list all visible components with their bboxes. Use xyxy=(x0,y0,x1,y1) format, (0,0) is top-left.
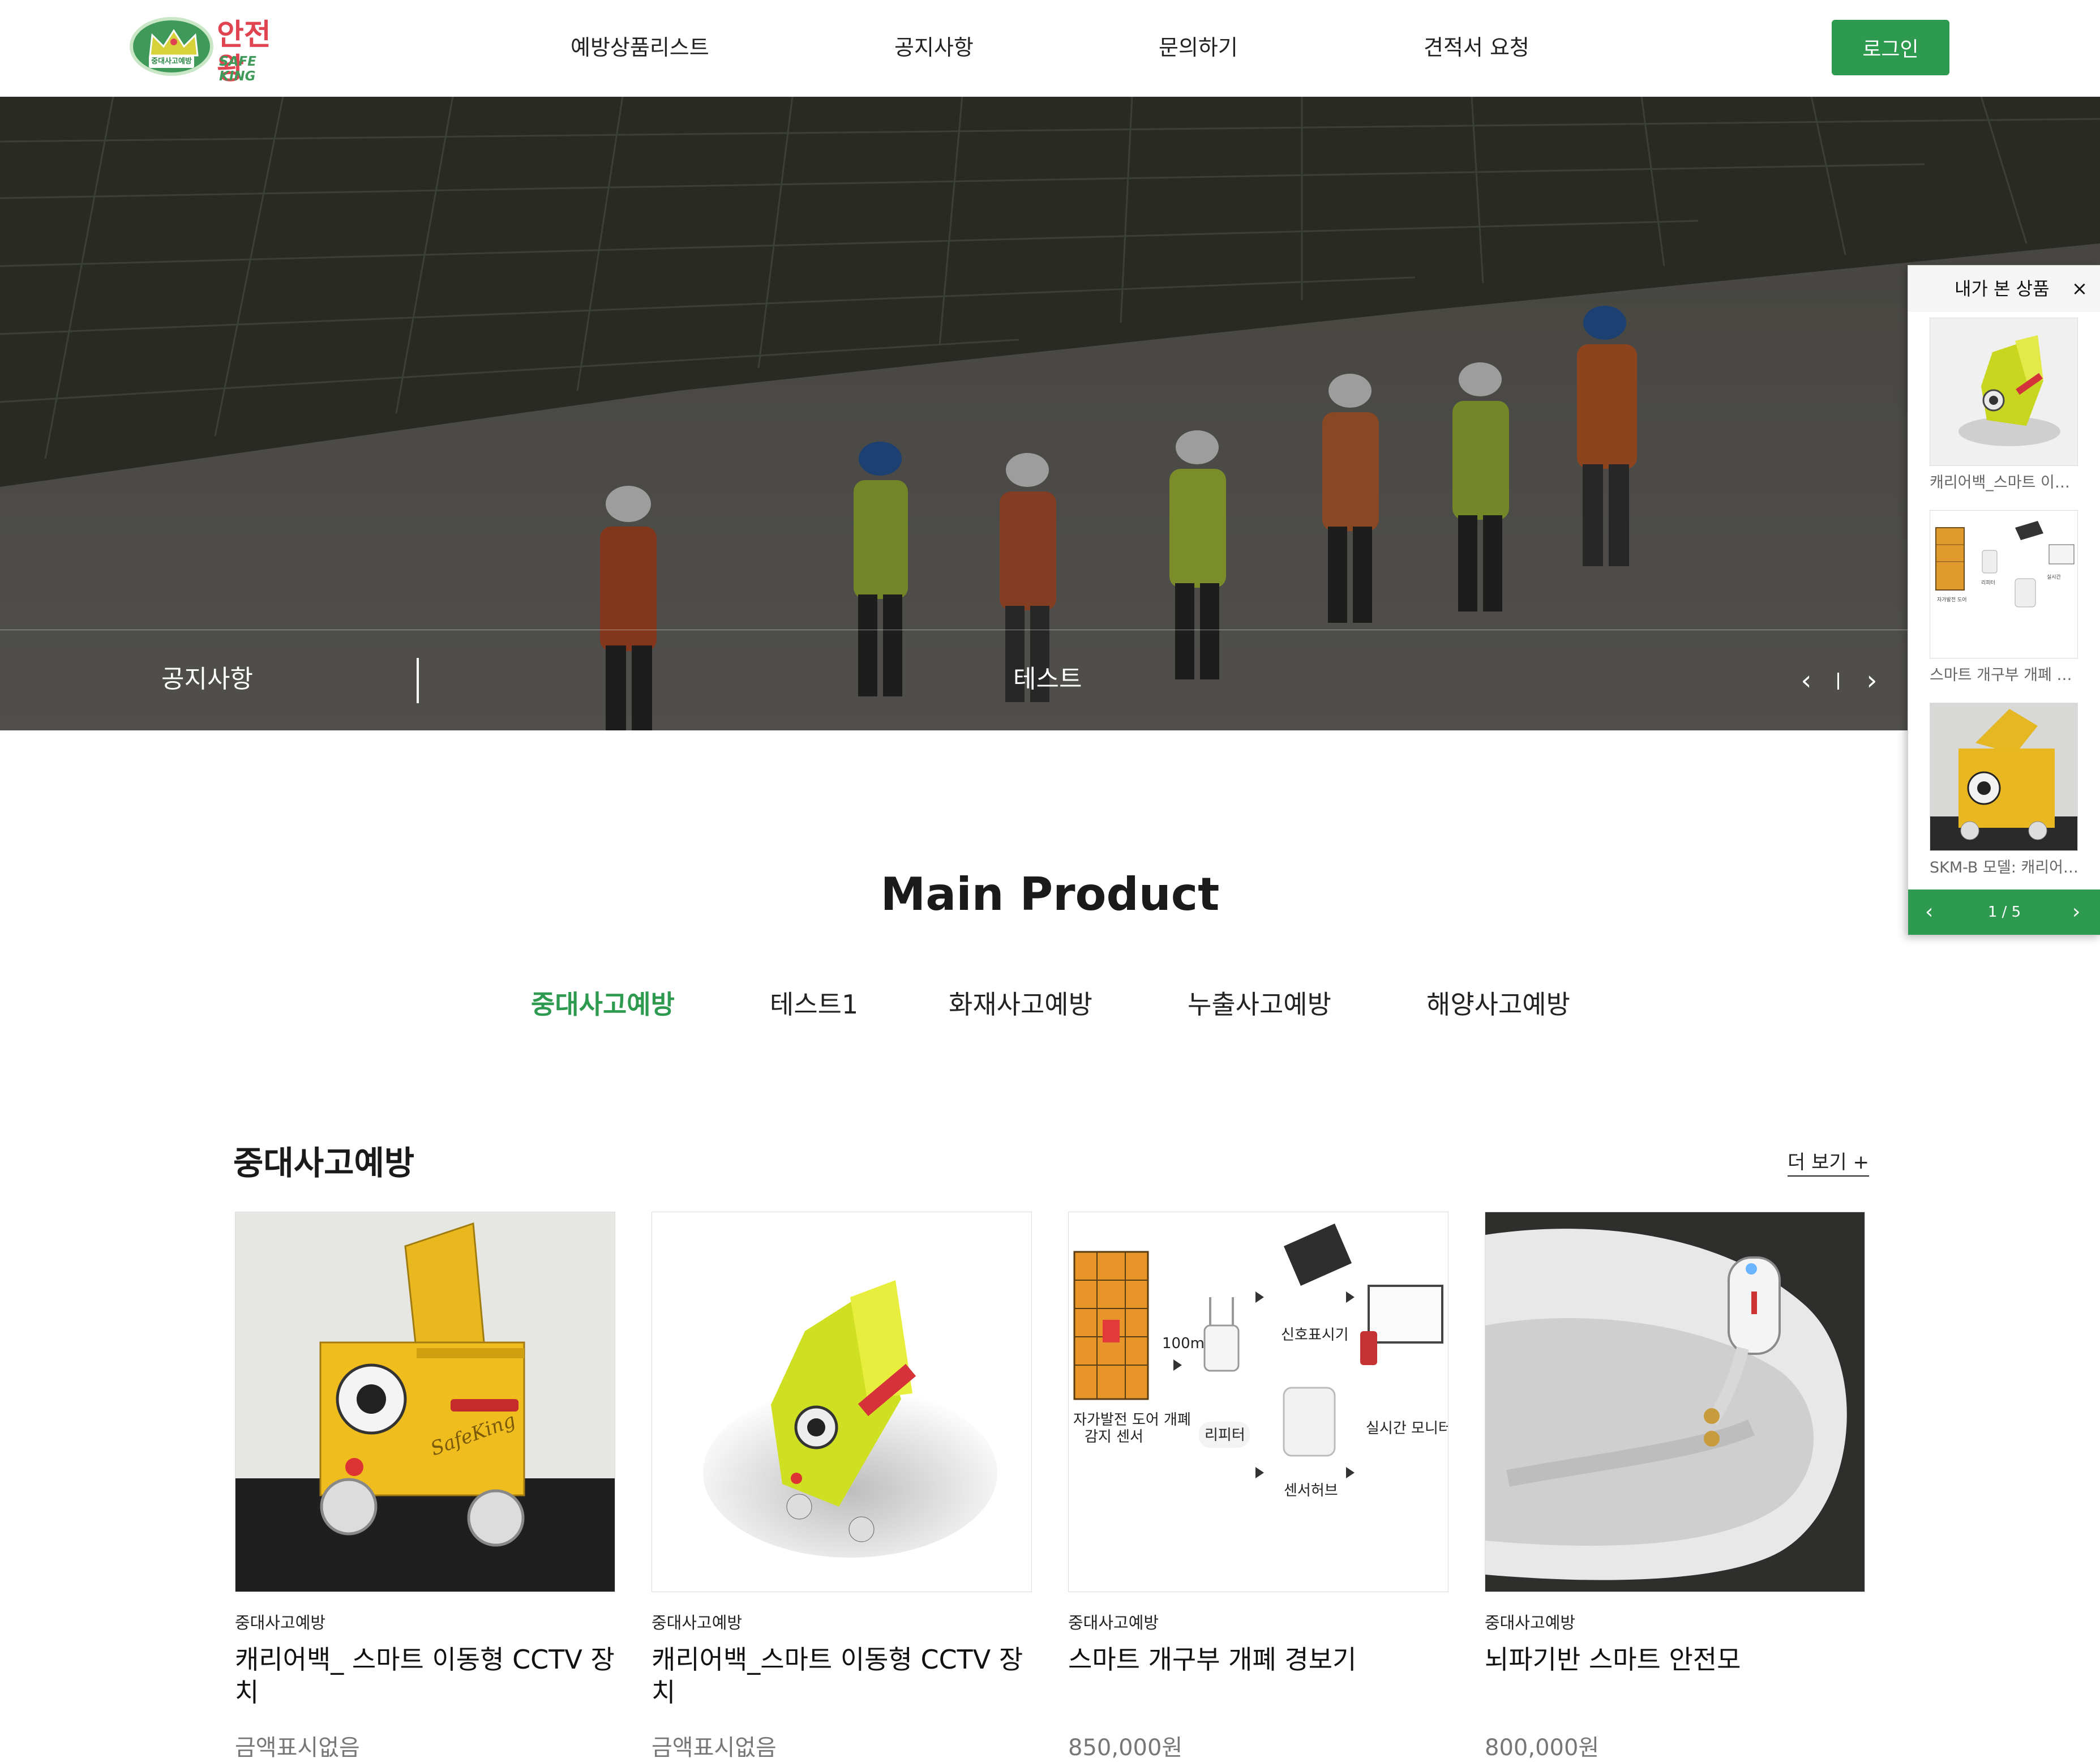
recent-item[interactable]: 자가발전 도어 리피터 실시간 스마트 개구부 개폐 경보기 xyxy=(1908,504,2100,698)
notice-label: 공지사항 xyxy=(161,665,253,694)
product-price: 800,000원 xyxy=(1485,1735,1600,1761)
product-card[interactable]: SafeKing 중대사고예방 캐리어백_ 스마트 이동형 CCTV 장치 금액… xyxy=(235,1212,615,1762)
nav-quote-request[interactable]: 견적서 요청 xyxy=(1424,32,1529,63)
recent-item-image xyxy=(1930,703,2078,851)
chevron-left-icon[interactable]: ‹ xyxy=(1925,889,1933,935)
product-name[interactable]: 캐리어백_스마트 이동형 CCTV 장치 xyxy=(652,1643,1032,1709)
diagram-label: 센서허브 xyxy=(1284,1482,1338,1499)
hero-banner: 공지사항 테스트 ‹ › xyxy=(0,96,2100,730)
product-category: 중대사고예방 xyxy=(1485,1613,1576,1632)
site-header: 중대사고예방 안전왕 SAFE KING 예방상품리스트 공지사항 문의하기 견… xyxy=(0,0,2100,97)
product-card[interactable]: 중대사고예방 캐리어백_스마트 이동형 CCTV 장치 금액표시없음 xyxy=(652,1212,1032,1762)
tab-test1[interactable]: 테스트1 xyxy=(770,986,858,1023)
tab-marine-accident[interactable]: 해양사고예방 xyxy=(1426,986,1570,1023)
product-image: 자가발전 도어 개폐 감지 센서 100m 리피터 신호표시기 센서허브 실시간… xyxy=(1068,1212,1448,1592)
recently-viewed-panel: 내가 본 상품 × 캐리어백_스마트 이동형 CCTV 장치 xyxy=(1908,265,2100,935)
main-product-title: Main Product xyxy=(880,868,1220,921)
product-name[interactable]: 뇌파기반 스마트 안전모 xyxy=(1485,1643,1865,1676)
notice-next-icon[interactable]: › xyxy=(1858,665,1886,696)
nav-inquiry[interactable]: 문의하기 xyxy=(1159,32,1238,63)
recent-item-name: SKM-B 모델: 캐리어백 스마트 이동형 CCTV 장치 xyxy=(1930,859,2079,876)
notice-bar xyxy=(0,630,1908,730)
logo-english: SAFE KING xyxy=(219,54,256,84)
recent-item[interactable]: 캐리어백_스마트 이동형 CCTV 장치 xyxy=(1908,312,2100,505)
tab-fire-accident[interactable]: 화재사고예방 xyxy=(949,986,1092,1023)
notice-divider xyxy=(417,658,419,703)
crown-icon: 중대사고예방 xyxy=(130,17,213,76)
product-name[interactable]: 캐리어백_ 스마트 이동형 CCTV 장치 xyxy=(235,1643,615,1709)
tab-serious-accident[interactable]: 중대사고예방 xyxy=(531,986,675,1023)
diagram-label: 자가발전 도어 개폐 xyxy=(1073,1412,1191,1429)
diagram-label: 100m xyxy=(1162,1335,1205,1352)
notice-item[interactable]: 테스트 xyxy=(1013,662,1082,696)
product-card[interactable]: 중대사고예방 뇌파기반 스마트 안전모 800,000원 xyxy=(1485,1212,1865,1762)
more-link[interactable]: 더 보기 + xyxy=(1788,1149,1869,1177)
product-image: SafeKing xyxy=(235,1212,615,1592)
tab-leak-accident[interactable]: 누출사고예방 xyxy=(1188,986,1331,1023)
recently-viewed-header: 내가 본 상품 × xyxy=(1908,266,2100,313)
recent-item-image xyxy=(1930,318,2078,466)
product-name[interactable]: 스마트 개구부 개폐 경보기 xyxy=(1068,1643,1448,1676)
product-category: 중대사고예방 xyxy=(652,1613,743,1632)
product-image xyxy=(1485,1212,1865,1592)
product-price: 850,000원 xyxy=(1068,1735,1183,1761)
product-price: 금액표시없음 xyxy=(235,1735,360,1761)
product-price: 금액표시없음 xyxy=(652,1735,777,1761)
recently-viewed-pager: ‹ 1 / 5 › xyxy=(1908,889,2100,935)
diagram-label: 신호표시기 xyxy=(1281,1327,1349,1344)
close-icon[interactable]: × xyxy=(2065,266,2094,312)
recent-item[interactable]: SKM-B 모델: 캐리어백 스마트 이동형 CCTV 장치 xyxy=(1908,697,2100,890)
product-category: 중대사고예방 xyxy=(235,1613,326,1632)
recent-item-name: 캐리어백_스마트 이동형 CCTV 장치 xyxy=(1930,474,2079,491)
svg-text:리피터: 리피터 xyxy=(1981,580,1995,586)
diagram-label: 실시간 모니터링 xyxy=(1366,1420,1448,1437)
diagram-label: 리피터 xyxy=(1205,1427,1245,1444)
diagram-label: 감지 센서 xyxy=(1085,1429,1143,1445)
product-category: 중대사고예방 xyxy=(1068,1613,1159,1632)
recent-item-image: 자가발전 도어 리피터 실시간 xyxy=(1930,510,2078,658)
product-card[interactable]: 자가발전 도어 개폐 감지 센서 100m 리피터 신호표시기 센서허브 실시간… xyxy=(1068,1212,1448,1762)
logo[interactable]: 중대사고예방 안전왕 SAFE KING xyxy=(127,15,297,86)
recent-item-name: 스마트 개구부 개폐 경보기 xyxy=(1930,666,2079,684)
nav-product-list[interactable]: 예방상품리스트 xyxy=(571,32,709,63)
notice-separator xyxy=(1837,673,1839,690)
nav-notice[interactable]: 공지사항 xyxy=(894,32,974,63)
category-section-title: 중대사고예방 xyxy=(233,1144,415,1182)
logo-badge-text: 중대사고예방 xyxy=(151,57,192,66)
chevron-right-icon[interactable]: › xyxy=(2072,889,2080,935)
svg-text:실시간: 실시간 xyxy=(2047,574,2061,580)
login-button[interactable]: 로그인 xyxy=(1832,20,1949,75)
notice-prev-icon[interactable]: ‹ xyxy=(1792,665,1820,696)
svg-text:자가발전 도어: 자가발전 도어 xyxy=(1937,597,1967,603)
product-image xyxy=(652,1212,1032,1592)
recent-page-count: 1 / 5 xyxy=(1987,904,2021,921)
recently-viewed-title: 내가 본 상품 xyxy=(1955,278,2050,300)
